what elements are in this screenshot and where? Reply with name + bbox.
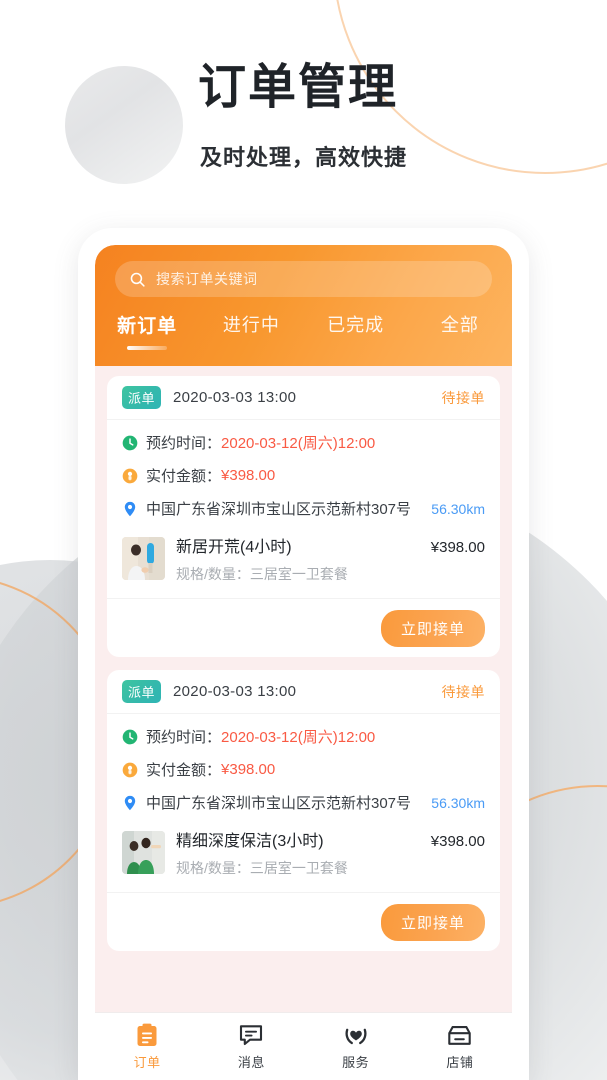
coin-icon — [122, 762, 138, 777]
amount-row: 实付金额： ¥398.00 — [122, 759, 485, 780]
appointment-row: 预约时间： 2020-03-12(周六)12:00 — [122, 432, 485, 453]
tab-bar: 新订单 进行中 已完成 全部 — [95, 307, 512, 359]
search-icon — [129, 271, 146, 288]
tab-label: 新订单 — [117, 316, 178, 337]
heart-hands-icon — [304, 1023, 408, 1047]
page-title: 订单管理 — [198, 61, 399, 114]
tab-label: 进行中 — [222, 315, 280, 335]
address-value: 中国广东省深圳市宝山区示范新村307号 — [146, 795, 412, 812]
address-row: 中国广东省深圳市宝山区示范新村307号 56.30km — [122, 498, 485, 519]
order-card[interactable]: 派单 2020-03-03 13:00 待接单 预约时间： 2020-03-12… — [107, 376, 500, 657]
nav-label: 店铺 — [446, 1054, 474, 1070]
phone-screen: 搜索订单关键词 新订单 进行中 已完成 全部 派单 2020-03-03 13:… — [95, 245, 512, 1080]
tab-completed[interactable]: 已完成 — [304, 307, 408, 337]
product-price: ¥398.00 — [430, 833, 485, 850]
product-info: 精细深度保洁(3小时) 规格/数量：三居室一卫套餐 — [176, 831, 423, 878]
amount-label: 实付金额： — [146, 468, 222, 485]
tab-active-underline — [127, 346, 168, 350]
product-info: 新居开荒(4小时) 规格/数量：三居室一卫套餐 — [176, 537, 423, 584]
bottom-navigation: 订单 消息 服务 店铺 — [95, 1012, 512, 1080]
product-row[interactable]: 精细深度保洁(3小时) 规格/数量：三居室一卫套餐 ¥398.00 — [107, 827, 500, 893]
product-price: ¥398.00 — [430, 539, 485, 556]
page-subtitle: 及时处理，高效快捷 — [200, 145, 408, 170]
nav-item-orders[interactable]: 订单 — [95, 1023, 199, 1071]
appointment-label: 预约时间： — [146, 729, 222, 746]
search-input[interactable]: 搜索订单关键词 — [115, 261, 492, 297]
phone-frame: 搜索订单关键词 新订单 进行中 已完成 全部 派单 2020-03-03 13:… — [78, 228, 529, 1080]
amount-value: ¥398.00 — [221, 761, 276, 778]
shop-icon — [408, 1023, 512, 1047]
product-spec: 规格/数量：三居室一卫套餐 — [176, 566, 348, 582]
product-name: 新居开荒(4小时) — [176, 539, 292, 556]
appointment-value: 2020-03-12(周六)12:00 — [221, 435, 376, 452]
search-placeholder: 搜索订单关键词 — [156, 271, 258, 287]
app-header: 搜索订单关键词 新订单 进行中 已完成 全部 — [95, 245, 512, 366]
tab-in-progress[interactable]: 进行中 — [199, 307, 303, 337]
order-card-actions: 立即接单 — [107, 599, 500, 657]
order-card[interactable]: 派单 2020-03-03 13:00 待接单 预约时间： 2020-03-12… — [107, 670, 500, 951]
coin-icon — [122, 468, 138, 483]
clock-icon — [122, 729, 138, 744]
appointment-value: 2020-03-12(周六)12:00 — [221, 729, 376, 746]
nav-item-services[interactable]: 服务 — [304, 1023, 408, 1071]
order-time: 2020-03-03 13:00 — [173, 683, 297, 700]
tab-new-orders[interactable]: 新订单 — [95, 307, 199, 350]
dispatch-badge: 派单 — [122, 680, 162, 703]
tab-all[interactable]: 全部 — [408, 307, 512, 337]
address-row: 中国广东省深圳市宝山区示范新村307号 56.30km — [122, 792, 485, 813]
product-row[interactable]: 新居开荒(4小时) 规格/数量：三居室一卫套餐 ¥398.00 — [107, 533, 500, 599]
address-value: 中国广东省深圳市宝山区示范新村307号 — [146, 501, 412, 518]
nav-label: 消息 — [237, 1054, 265, 1070]
product-name: 精细深度保洁(3小时) — [176, 833, 324, 850]
order-card-header: 派单 2020-03-03 13:00 待接单 — [107, 670, 500, 714]
order-card-body: 预约时间： 2020-03-12(周六)12:00 实付金额： ¥398.00 — [107, 714, 500, 827]
status-badge: 待接单 — [441, 389, 485, 406]
tab-label: 已完成 — [327, 315, 385, 335]
nav-item-messages[interactable]: 消息 — [199, 1023, 303, 1071]
title-decor-circle — [65, 66, 183, 184]
status-badge: 待接单 — [441, 683, 485, 700]
amount-value: ¥398.00 — [221, 467, 276, 484]
nav-item-shop[interactable]: 店铺 — [408, 1023, 512, 1071]
order-card-actions: 立即接单 — [107, 893, 500, 951]
order-card-header: 派单 2020-03-03 13:00 待接单 — [107, 376, 500, 420]
amount-label: 实付金额： — [146, 762, 222, 779]
location-pin-icon — [124, 501, 136, 516]
chat-icon — [199, 1023, 303, 1047]
appointment-label: 预约时间： — [146, 435, 222, 452]
distance-value: 56.30km — [431, 500, 485, 517]
appointment-row: 预约时间： 2020-03-12(周六)12:00 — [122, 726, 485, 747]
distance-value: 56.30km — [431, 794, 485, 811]
order-card-body: 预约时间： 2020-03-12(周六)12:00 实付金额： ¥398.00 — [107, 420, 500, 533]
location-pin-icon — [124, 795, 136, 810]
amount-row: 实付金额： ¥398.00 — [122, 465, 485, 486]
product-thumbnail — [122, 537, 165, 580]
order-time: 2020-03-03 13:00 — [173, 389, 297, 406]
accept-order-button[interactable]: 立即接单 — [380, 609, 485, 647]
dispatch-badge: 派单 — [122, 386, 162, 409]
clipboard-icon — [95, 1023, 199, 1047]
nav-label: 服务 — [342, 1054, 370, 1070]
clock-icon — [122, 435, 138, 450]
nav-label: 订单 — [133, 1054, 161, 1070]
accept-order-button[interactable]: 立即接单 — [380, 903, 485, 941]
product-spec: 规格/数量：三居室一卫套餐 — [176, 860, 348, 876]
tab-label: 全部 — [440, 315, 479, 335]
product-thumbnail — [122, 831, 165, 874]
order-list: 派单 2020-03-03 13:00 待接单 预约时间： 2020-03-12… — [95, 366, 512, 951]
